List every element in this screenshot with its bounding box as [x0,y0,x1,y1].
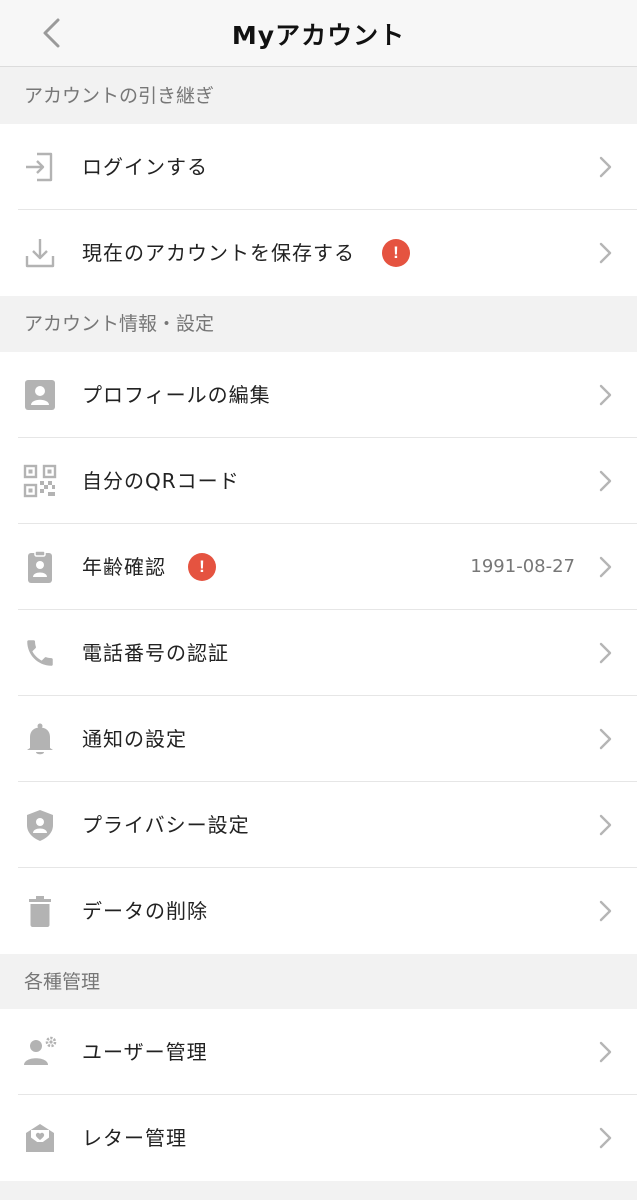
menu-item-qr-code[interactable]: 自分のQRコード [0,438,637,524]
menu-item-edit-profile[interactable]: プロフィールの編集 [0,352,637,438]
chevron-right-icon [599,384,612,406]
shield-user-icon [22,807,58,843]
chevron-right-icon [599,814,612,836]
chevron-right-icon [599,556,612,578]
profile-icon [22,377,58,413]
menu-item-label: プロフィールの編集 [82,383,271,407]
chevron-right-icon [599,642,612,664]
bottom-spacer [0,1181,637,1200]
letter-heart-icon [22,1120,58,1156]
alert-badge: ! [382,239,410,267]
menu-item-label: ログインする [82,155,208,179]
menu-item-save-account[interactable]: 現在のアカウントを保存する ! [0,210,637,296]
chevron-right-icon [599,728,612,750]
account-transfer-group: ログインする 現在のアカウントを保存する ! [0,124,637,296]
chevron-right-icon [599,1041,612,1063]
chevron-right-icon [599,1127,612,1149]
menu-item-phone-verification[interactable]: 電話番号の認証 [0,610,637,696]
section-header-account-info: アカウント情報・設定 [0,296,637,352]
account-info-group: プロフィールの編集 自分のQRコード 年齢確認 ! 1991-08-27 電話番… [0,352,637,954]
menu-item-label: 電話番号の認証 [82,641,229,665]
menu-item-user-management[interactable]: ユーザー管理 [0,1009,637,1095]
menu-item-label: レター管理 [82,1126,187,1150]
phone-icon [22,635,58,671]
menu-item-login[interactable]: ログインする [0,124,637,210]
download-icon [22,235,58,271]
trash-icon [22,893,58,929]
menu-item-label: 年齢確認 [82,555,166,579]
qr-code-icon [22,463,58,499]
page-title: Myアカウント [231,21,406,50]
menu-item-age-verification[interactable]: 年齢確認 ! 1991-08-27 [0,524,637,610]
menu-item-label: プライバシー設定 [82,813,250,837]
birthdate-value: 1991-08-27 [470,556,575,577]
id-clipboard-icon [22,549,58,585]
top-bar: Myアカウント [0,0,637,67]
alert-badge: ! [188,553,216,581]
menu-item-label: データの削除 [82,899,208,923]
chevron-right-icon [599,470,612,492]
user-settings-icon [22,1034,58,1070]
menu-item-label: 通知の設定 [82,727,187,751]
chevron-right-icon [599,156,612,178]
management-group: ユーザー管理 レター管理 [0,1009,637,1181]
login-icon [22,149,58,185]
menu-item-delete-data[interactable]: データの削除 [0,868,637,954]
menu-item-label: ユーザー管理 [82,1040,208,1064]
section-header-account-transfer: アカウントの引き継ぎ [0,68,637,124]
menu-item-privacy-settings[interactable]: プライバシー設定 [0,782,637,868]
chevron-right-icon [599,900,612,922]
menu-item-notification-settings[interactable]: 通知の設定 [0,696,637,782]
bell-icon [22,721,58,757]
menu-item-letter-management[interactable]: レター管理 [0,1095,637,1181]
chevron-right-icon [599,242,612,264]
menu-item-label: 現在のアカウントを保存する [82,241,355,265]
section-header-management: 各種管理 [0,954,637,1010]
menu-item-label: 自分のQRコード [82,469,240,493]
